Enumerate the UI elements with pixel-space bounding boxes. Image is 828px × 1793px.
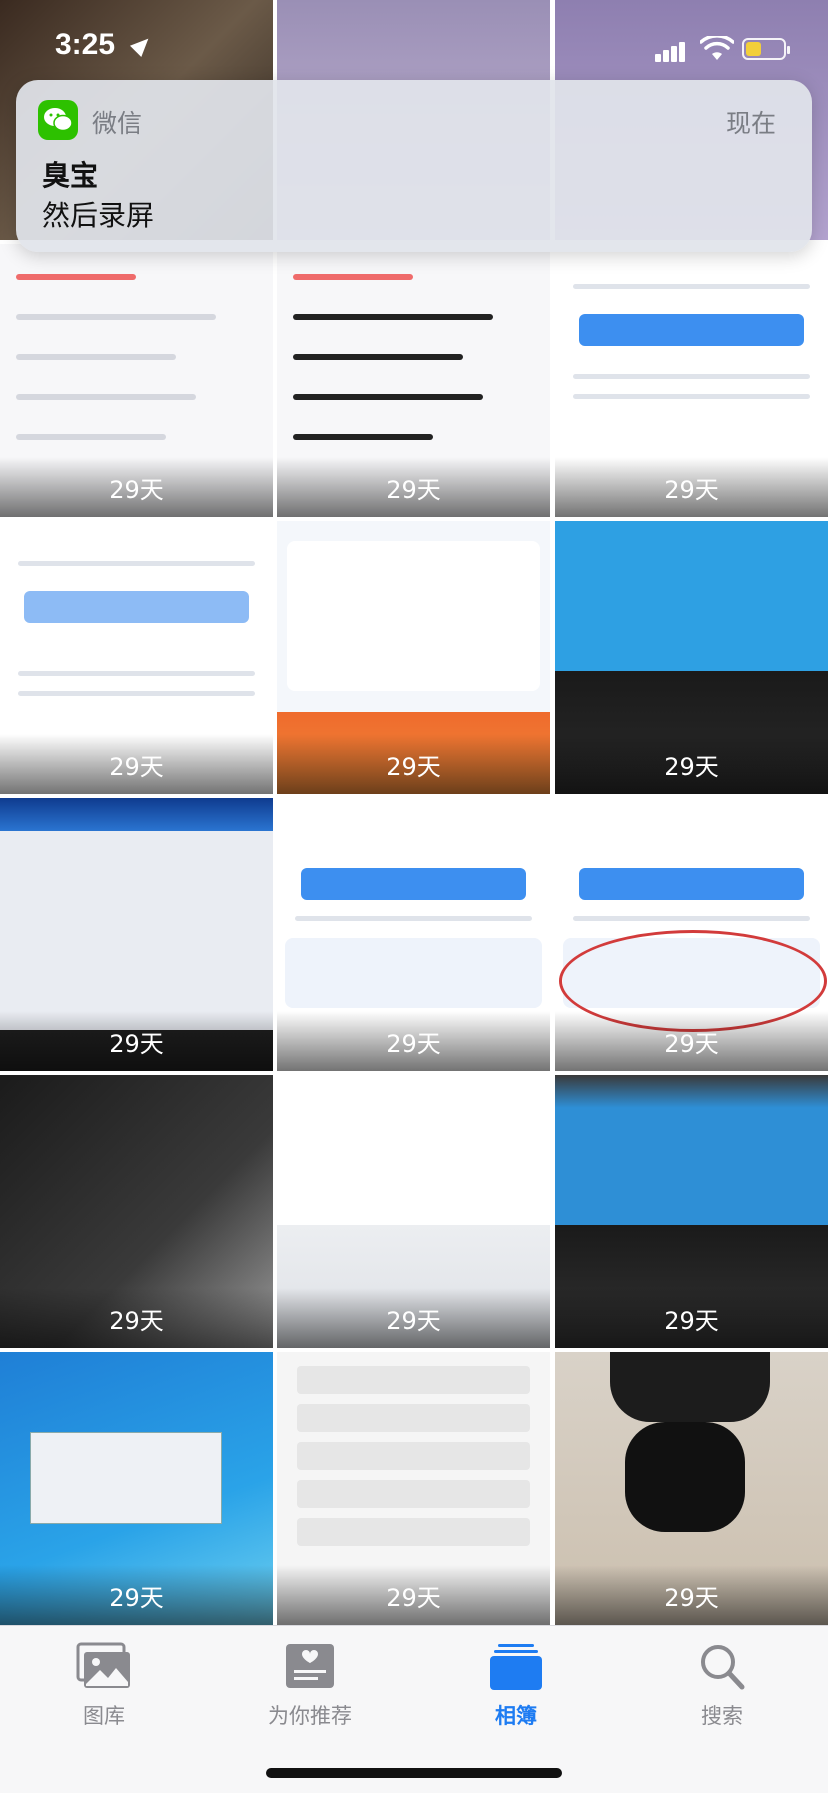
photo-thumbnail[interactable]: 29天 [277,244,550,517]
home-indicator[interactable] [266,1768,562,1778]
status-time: 3:25 [55,28,116,61]
tab-label: 图库 [83,1704,125,1728]
duration-label: 29天 [109,1584,164,1612]
photo-thumbnail[interactable]: 29天 [555,1075,828,1348]
duration-label: 29天 [109,1307,164,1335]
photo-thumbnail[interactable]: 29天 [0,1075,273,1348]
duration-label: 29天 [664,1307,719,1335]
for-you-icon [282,1642,338,1692]
duration-label: 29天 [386,476,441,504]
wechat-icon [38,100,78,140]
photo-thumbnail[interactable]: 29天 [555,798,828,1071]
notification-app-name: 微信 [92,109,143,138]
duration-label: 29天 [664,753,719,781]
photo-thumbnail[interactable]: 29天 [277,1352,550,1625]
notification-message: 然后录屏 [42,199,155,232]
photo-library-icon [76,1642,132,1692]
duration-label: 29天 [386,753,441,781]
duration-label: 29天 [109,476,164,504]
tab-library[interactable]: 图库 [24,1642,184,1730]
tab-label: 相簿 [495,1704,537,1728]
photo-thumbnail[interactable]: 29天 [555,521,828,794]
photo-thumbnail[interactable]: 29天 [0,1352,273,1625]
battery-icon [742,38,790,60]
duration-label: 29天 [109,753,164,781]
location-arrow-icon [129,32,155,58]
duration-label: 29天 [664,1030,719,1058]
duration-label: 29天 [386,1584,441,1612]
tab-label: 搜索 [701,1704,743,1728]
photo-thumbnail[interactable]: 29天 [277,521,550,794]
photo-thumbnail[interactable]: 29天 [277,1075,550,1348]
notification-time: 现在 [725,109,776,138]
tab-label: 为你推荐 [268,1704,352,1728]
photo-thumbnail[interactable]: 29天 [0,521,273,794]
duration-label: 29天 [386,1307,441,1335]
photo-thumbnail[interactable]: 29天 [0,244,273,517]
tab-search[interactable]: 搜索 [642,1642,802,1730]
wifi-icon [699,34,735,62]
photo-thumbnail[interactable]: 29天 [0,798,273,1071]
photo-thumbnail[interactable]: 29天 [555,1352,828,1625]
search-icon [694,1642,750,1692]
duration-label: 29天 [664,1584,719,1612]
tab-for-you[interactable]: 为你推荐 [230,1642,390,1730]
albums-icon [488,1642,544,1692]
tab-albums[interactable]: 相簿 [436,1642,596,1730]
duration-label: 29天 [109,1030,164,1058]
duration-label: 29天 [664,476,719,504]
notification-sender: 臭宝 [42,159,99,192]
notification-banner[interactable]: 微信 现在 臭宝 然后录屏 [16,80,812,252]
cellular-signal-icon [655,40,687,62]
duration-label: 29天 [386,1030,441,1058]
photo-thumbnail[interactable]: 29天 [277,798,550,1071]
photo-thumbnail[interactable]: 29天 [555,244,828,517]
